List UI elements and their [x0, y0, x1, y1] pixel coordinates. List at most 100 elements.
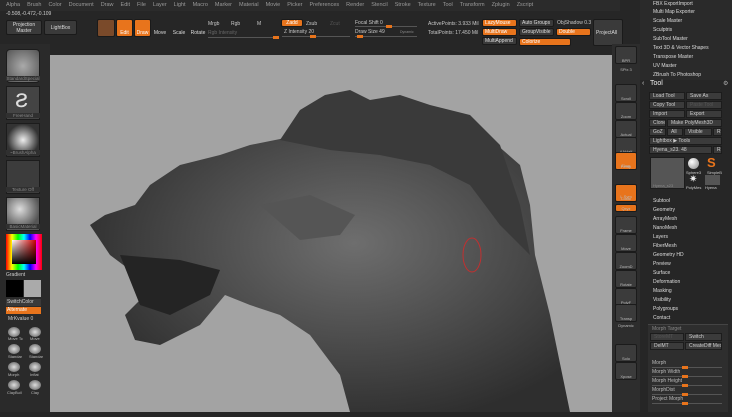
menu-edit[interactable]: Edit: [121, 0, 130, 11]
menu-zscript[interactable]: Zscript: [517, 0, 534, 11]
mrkvalue-slider[interactable]: MrKvalue 0: [8, 316, 33, 322]
save-as-button[interactable]: Save As: [686, 92, 722, 100]
export-button[interactable]: Export: [686, 110, 722, 118]
import-button[interactable]: Import: [649, 110, 685, 118]
alternate-button[interactable]: Alternate: [6, 307, 41, 314]
double-button[interactable]: Double: [556, 28, 591, 36]
morph-height-track[interactable]: [652, 384, 722, 387]
zcut-button[interactable]: Zcut: [330, 21, 340, 27]
morph-target-header[interactable]: Morph Target: [652, 326, 681, 332]
storemt-button[interactable]: StoreMT: [650, 333, 684, 341]
plugin-item[interactable]: Transpose Master: [653, 54, 693, 60]
m-toggle[interactable]: M: [257, 21, 261, 27]
menu-color[interactable]: Color: [48, 0, 61, 11]
layers-section[interactable]: Layers: [653, 234, 668, 240]
contact-section[interactable]: Contact: [653, 315, 670, 321]
projectall-button[interactable]: ProjectAll: [593, 19, 623, 46]
move-button[interactable]: Move: [615, 234, 637, 252]
hyena-small-thumb[interactable]: [705, 175, 720, 185]
nanomesh-section[interactable]: NanoMesh: [653, 225, 677, 231]
xpose-button[interactable]: Xpose: [615, 362, 637, 380]
masking-section[interactable]: Masking: [653, 288, 672, 294]
menu-preferences[interactable]: Preferences: [310, 0, 340, 11]
menu-material[interactable]: Material: [239, 0, 259, 11]
current-tool-slider[interactable]: Hyena_s23. 48: [649, 146, 712, 154]
copy-tool-button[interactable]: Copy Tool: [649, 101, 685, 109]
r-button[interactable]: R: [713, 128, 722, 136]
plugin-item[interactable]: Sculptris: [653, 27, 672, 33]
morph-slider-track[interactable]: [652, 366, 722, 369]
move-button[interactable]: Move: [153, 21, 167, 36]
morph-width-track[interactable]: [652, 375, 722, 378]
brush-morph-icon[interactable]: [8, 362, 20, 372]
simplebrush-thumb-icon[interactable]: S: [707, 155, 716, 170]
frame-button[interactable]: Frame: [615, 216, 637, 234]
project-morph-track[interactable]: [652, 402, 722, 405]
menu-movie[interactable]: Movie: [266, 0, 281, 11]
viewport-canvas[interactable]: [50, 55, 612, 412]
menu-light[interactable]: Light: [174, 0, 186, 11]
morph-slider[interactable]: Morph: [652, 360, 666, 366]
menu-stroke[interactable]: Stroke: [395, 0, 411, 11]
objshadow-slider[interactable]: ObjShadow 0.3: [557, 20, 591, 26]
plugin-item[interactable]: UV Master: [653, 63, 677, 69]
group-visible-button[interactable]: GroupVisible: [519, 28, 554, 36]
draw-button[interactable]: Draw: [134, 19, 151, 37]
surface-section[interactable]: Surface: [653, 270, 670, 276]
dynamic-toggle[interactable]: Dynamic: [400, 30, 414, 34]
color-picker[interactable]: [6, 234, 42, 270]
menu-file[interactable]: File: [137, 0, 146, 11]
gear-icon[interactable]: ⚙: [723, 80, 728, 87]
menu-tool[interactable]: Tool: [443, 0, 453, 11]
lightbox-tools-button[interactable]: Lightbox ▶ Tools: [649, 137, 722, 145]
goz-button[interactable]: GoZ: [649, 128, 666, 136]
menu-document[interactable]: Document: [69, 0, 94, 11]
geometry-hd-section[interactable]: Geometry HD: [653, 252, 684, 258]
solo-button[interactable]: Solo: [615, 344, 637, 362]
sphere-thumb-icon[interactable]: [688, 158, 699, 169]
all-button[interactable]: All: [667, 128, 683, 136]
menu-layer[interactable]: Layer: [153, 0, 167, 11]
tool-thumb-hyena[interactable]: Hyena_s23: [650, 157, 685, 189]
lazymouse-button[interactable]: LazyMouse: [482, 19, 517, 27]
rotate-button[interactable]: Rotate: [615, 270, 637, 288]
load-tool-button[interactable]: Load Tool: [649, 92, 685, 100]
mrgb-toggle[interactable]: Mrgb: [208, 21, 219, 27]
menu-transform[interactable]: Transform: [460, 0, 485, 11]
multidraw-button[interactable]: MultiDraw: [482, 28, 517, 36]
lightbox-button[interactable]: LightBox: [44, 20, 77, 35]
brush-standard-icon[interactable]: [8, 344, 20, 354]
qxyz-button[interactable]: Qxyz: [615, 204, 637, 212]
menu-marker[interactable]: Marker: [215, 0, 232, 11]
brush-inflate-icon[interactable]: [29, 362, 41, 372]
menu-macro[interactable]: Macro: [193, 0, 208, 11]
visibility-section[interactable]: Visibility: [653, 297, 671, 303]
plugin-item[interactable]: Multi Map Exporter: [653, 9, 695, 15]
menu-zplugin[interactable]: Zplugin: [492, 0, 510, 11]
rotate-button[interactable]: Rotate: [191, 21, 206, 36]
preview-section[interactable]: Preview: [653, 261, 671, 267]
auto-groups-button[interactable]: Auto Groups: [519, 19, 554, 27]
morphdist-slider[interactable]: MorphDist: [652, 387, 675, 393]
floor-button[interactable]: Floor: [615, 160, 637, 168]
fibermesh-section[interactable]: FiberMesh: [653, 243, 677, 249]
zadd-button[interactable]: Zadd: [281, 19, 303, 27]
create-diff-mesh-button[interactable]: CreateDiff Mesh: [685, 342, 722, 350]
arraymesh-section[interactable]: ArrayMesh: [653, 216, 677, 222]
menu-draw[interactable]: Draw: [101, 0, 114, 11]
plugin-item[interactable]: Scale Master: [653, 18, 682, 24]
paste-tool-button[interactable]: Paste Tool: [686, 101, 722, 109]
polymesh-thumb-icon[interactable]: ✷: [689, 174, 697, 185]
gradient-toggle[interactable]: Gradient: [6, 272, 25, 278]
plugin-item[interactable]: SubTool Master: [653, 36, 688, 42]
rgb-intensity-slider[interactable]: Rgb Intensity: [208, 30, 237, 36]
draw-size-slider[interactable]: [355, 35, 417, 38]
brush-clay-icon[interactable]: [29, 380, 41, 390]
menu-render[interactable]: Render: [346, 0, 364, 11]
project-morph-slider[interactable]: Project Morph: [652, 396, 683, 402]
menu-picker[interactable]: Picker: [287, 0, 302, 11]
delmt-button[interactable]: DelMT: [650, 342, 684, 350]
geometry-section[interactable]: Geometry: [653, 207, 675, 213]
switch-color-button[interactable]: SwitchColor: [6, 299, 41, 306]
z-intensity-slider[interactable]: [282, 35, 350, 38]
